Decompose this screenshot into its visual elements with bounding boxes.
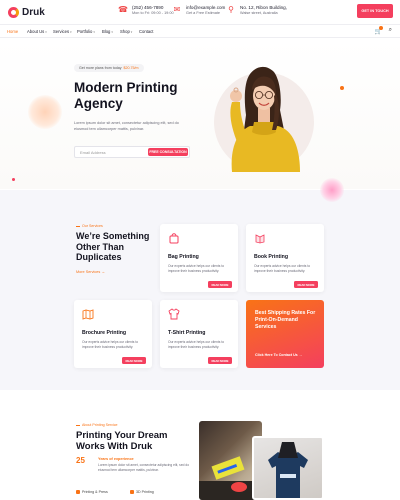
email-signup-form: Email Address FREE CONSULTATION [74,146,190,158]
nav-item-shop[interactable]: Shop ▾ [120,29,132,34]
feature-item: Printing & Press [76,490,108,494]
service-card-bag: Bag Printing Our experts advice helps ou… [160,224,238,292]
read-more-button[interactable]: READ MORE [208,357,232,364]
read-more-button[interactable]: READ MORE [294,281,318,288]
logo-mark-icon [8,7,19,18]
email-contact: ✉ info@example.com Get a Free Estimate [172,5,226,16]
hero-tag: Get more plans from today $20.75/m [74,64,144,72]
email-sub: Get a Free Estimate [186,11,220,15]
book-icon [255,234,265,244]
get-in-touch-button[interactable]: GET IN TOUCH [357,4,393,18]
nav-item-contact[interactable]: Contact [139,29,153,34]
service-card-tshirt: T-Shirt Printing Our experts advice help… [160,300,238,368]
service-card-title: Book Printing [254,254,289,260]
chevron-down-icon: ▾ [93,29,95,34]
phone-contact: ☎ (252) 456-7890 Mon to Fri: 09:00 - 19:… [118,5,174,16]
nav-item-services[interactable]: Services ▾ [53,29,72,34]
service-card-book: Book Printing Our experts advice helps o… [246,224,324,292]
nav-item-portfolio[interactable]: Portfolio ▾ [77,29,95,34]
years-desc: Lorem ipsum dolor sit amet, consectetur … [98,463,190,472]
search-icon[interactable]: ⌕ [389,27,392,34]
hero-title: Modern Printing Agency [74,80,178,111]
service-card-desc: Our experts advice helps our clients to … [168,340,225,349]
service-card-title: Bag Printing [168,254,199,260]
service-card-title: Brochure Printing [82,330,127,336]
service-card-brochure: Brochure Printing Our experts advice hel… [74,300,152,368]
years-value: 25 [76,456,85,465]
service-card-desc: Our experts advice helps our clients to … [168,264,225,273]
cart-badge [378,26,383,30]
hero-tag-price: $20.75/m [123,66,139,70]
decor-dot [340,86,344,90]
read-more-button[interactable]: READ MORE [122,357,146,364]
phone-hours: Mon to Fri: 09:00 - 19:00 [132,11,174,15]
main-nav: Home About Us ▾ Services ▾ Portfolio ▾ Blog… [0,24,400,38]
service-card-desc: Our experts advice helps our clients to … [82,340,139,349]
decor-blob [320,178,344,202]
nav-item-blog[interactable]: Blog ▾ [102,29,113,34]
service-card-title: T-Shirt Printing [168,330,206,336]
service-card-desc: Our experts advice helps our clients to … [254,264,311,273]
printing-press-icon [76,490,80,494]
bag-icon [169,233,179,244]
nav-item-about[interactable]: About Us ▾ [27,29,47,34]
brand-name: Druk [22,7,45,18]
3d-printing-icon [130,490,134,494]
hero-woman-image [230,66,300,172]
phone-icon: ☎ [118,5,128,14]
services-title: We’re Something Other Than Duplicates [76,231,150,262]
address-line2: Walse street, Australia [240,11,278,15]
chevron-down-icon: ▾ [70,29,72,34]
tshirt-print-photo [252,436,324,500]
read-more-button[interactable]: READ MORE [208,281,232,288]
free-consultation-button[interactable]: FREE CONSULTATION [148,148,188,156]
about-tag: About Printing Service [76,423,118,427]
tshirt-icon [168,308,180,320]
more-services-link[interactable]: More Services → [76,270,105,274]
brand-logo[interactable]: Druk [8,7,45,18]
email-input[interactable]: Email Address [80,150,106,155]
hero-subtitle: Lorem ipsum dolor sit amet, consectetur … [74,121,179,131]
address-contact: ⚲ No. 12, Ribon Building, Walse street, … [226,5,287,16]
chevron-down-icon: ▾ [45,29,47,34]
chevron-down-icon: ▾ [111,29,113,34]
nav-item-home[interactable]: Home [7,29,18,34]
years-label: Years of experience [98,457,134,461]
services-tag: Our Services [76,224,103,228]
decor-blob [28,95,62,129]
shipping-promo-card: Best Shipping Rates For Print-On-Demand … [246,300,324,368]
brochure-icon [82,309,94,320]
location-pin-icon: ⚲ [228,5,234,14]
feature-item: 3D Printing [130,490,154,494]
chevron-down-icon: ▾ [130,29,133,34]
cart-icon[interactable]: 🛒 [375,26,383,35]
decor-dot [12,178,15,181]
about-title: Printing Your Dream Works With Druk [76,430,168,452]
mail-icon: ✉ [173,5,181,14]
promo-title: Best Shipping Rates For Print-On-Demand … [255,310,316,330]
hero-tag-text: Get more plans from today [79,66,122,70]
contact-us-link[interactable]: Click Here To Contact Us → [255,353,302,357]
